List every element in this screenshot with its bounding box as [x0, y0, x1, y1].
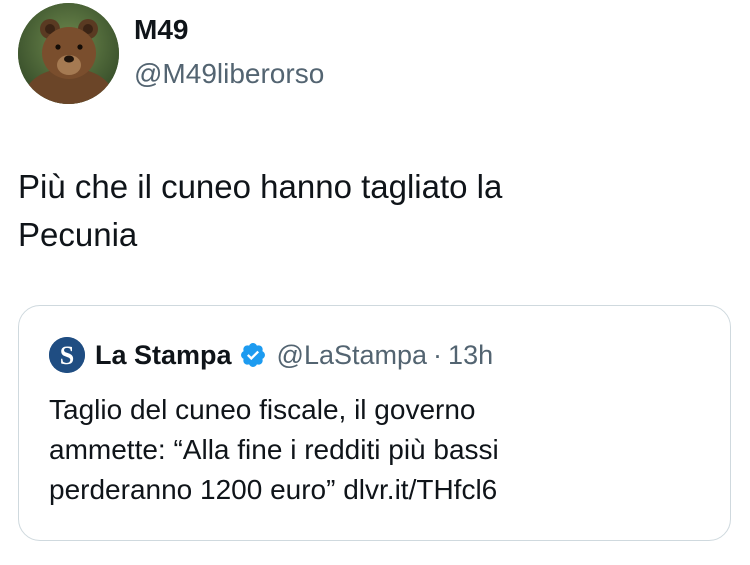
quoted-tweet-header: S La Stampa @LaStampa · 13h [49, 335, 493, 375]
tweet-text-line: Più che il cuneo hanno tagliato la [18, 168, 503, 205]
quoted-tweet-text: Taglio del cuneo fiscale, il governo amm… [49, 390, 709, 510]
avatar[interactable] [18, 3, 119, 104]
quoted-tweet-card[interactable]: S La Stampa @LaStampa · 13h Taglio del c… [18, 305, 731, 541]
svg-text:S: S [60, 341, 74, 370]
quoted-text-line: Taglio del cuneo fiscale, il governo [49, 394, 476, 425]
quoted-author-name[interactable]: La Stampa [95, 340, 232, 371]
verified-badge-icon [240, 343, 265, 367]
quoted-timestamp[interactable]: 13h [448, 340, 493, 371]
quoted-author-handle[interactable]: @LaStampa [277, 340, 428, 371]
la-stampa-logo-glyph: S [49, 337, 85, 373]
quoted-text-line: perderanno 1200 euro” dlvr.it/THfcl6 [49, 474, 498, 505]
separator-dot: · [433, 339, 443, 370]
bear-avatar-icon [18, 3, 119, 104]
quoted-text-line: ammette: “Alla fine i redditi più bassi [49, 434, 499, 465]
tweet-text-line: Pecunia [18, 216, 138, 253]
author-name[interactable]: M49 [134, 14, 188, 46]
la-stampa-logo-icon[interactable]: S [49, 337, 85, 373]
author-handle[interactable]: @M49liberorso [134, 57, 324, 91]
tweet-text: Più che il cuneo hanno tagliato la Pecun… [18, 163, 718, 259]
